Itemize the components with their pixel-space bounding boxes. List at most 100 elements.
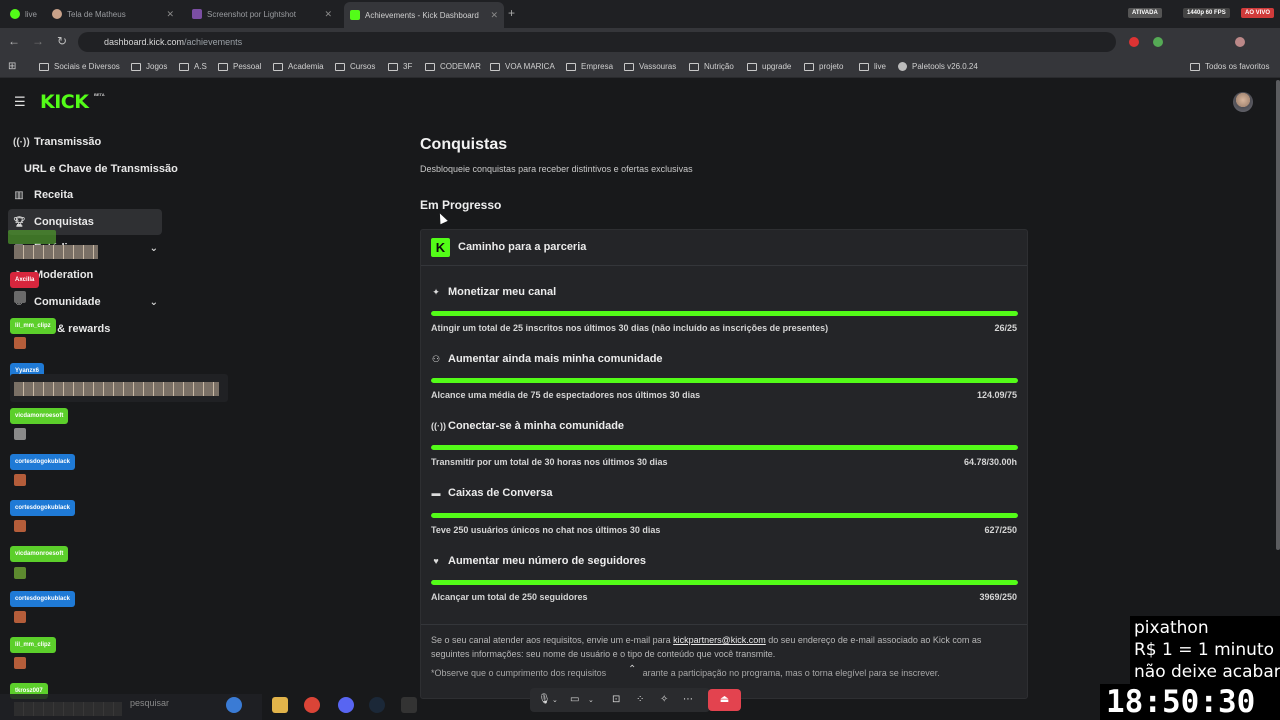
- chat-username: vicdamonroesoft: [10, 408, 69, 424]
- tab-achievements[interactable]: Achievements - Kick Dashboard ✕: [344, 2, 504, 28]
- emote-row: [14, 382, 219, 396]
- sidebar-item-url-chave[interactable]: URL e Chave de Transmissão: [8, 156, 178, 182]
- camera-off-icon[interactable]: ▭: [570, 694, 579, 705]
- sidebar-item-comunidade[interactable]: ☺ Comunidade ⌄: [8, 289, 162, 315]
- chevron-down-icon[interactable]: ⌄: [150, 297, 158, 308]
- trophy-icon: 🏆︎: [13, 216, 26, 228]
- user-avatar[interactable]: [1233, 92, 1253, 112]
- all-bookmarks[interactable]: Todos os favoritos: [1190, 62, 1269, 71]
- effects-icon[interactable]: ✧: [660, 694, 668, 705]
- bookmark-folder[interactable]: 3F: [388, 62, 412, 71]
- bookmark-folder[interactable]: Sociais e Diversos: [39, 62, 120, 71]
- bookmark-folder[interactable]: Cursos: [335, 62, 375, 71]
- progress-fill: [431, 378, 1018, 383]
- steam-icon[interactable]: [369, 697, 385, 713]
- bookmark-folder[interactable]: A.S: [179, 62, 207, 71]
- hamburger-menu-icon[interactable]: ☰: [14, 94, 26, 110]
- extension-green-icon[interactable]: [1153, 37, 1163, 47]
- kick-favicon-icon: [350, 10, 360, 20]
- progress-bar: [431, 378, 1018, 383]
- scrollbar[interactable]: [1276, 80, 1280, 550]
- weather-icon[interactable]: [226, 697, 242, 713]
- countdown-clock: 18:50:30: [1100, 684, 1280, 720]
- bookmark-folder[interactable]: projeto: [804, 62, 843, 71]
- chevron-down-icon[interactable]: ⌄: [150, 243, 158, 254]
- card-title: Caminho para a parceria: [458, 241, 587, 253]
- bookmark-folder[interactable]: Pessoal: [218, 62, 261, 71]
- close-icon[interactable]: ✕: [166, 9, 174, 20]
- chevron-down-icon[interactable]: ⌄: [588, 696, 594, 704]
- file-explorer-icon[interactable]: [272, 697, 288, 713]
- bookmark-folder[interactable]: Academia: [273, 62, 324, 71]
- kick-logo[interactable]: KICK: [40, 91, 89, 113]
- goal-description: Transmitir por um total de 30 horas nos …: [431, 457, 668, 467]
- new-tab-icon[interactable]: +: [508, 6, 515, 20]
- chevron-up-icon[interactable]: ⌃: [628, 664, 636, 675]
- tab-live[interactable]: live: [4, 4, 46, 24]
- chrome-icon[interactable]: [304, 697, 320, 713]
- folder-icon: [39, 62, 49, 71]
- apps-grid-icon[interactable]: ⊞: [8, 61, 16, 72]
- email-link[interactable]: kickpartners@kick.com: [673, 635, 766, 645]
- chat-username: cortesdogokublack: [10, 454, 76, 470]
- folder-icon: [1190, 62, 1200, 71]
- more-options-icon[interactable]: ⋯: [683, 694, 693, 705]
- bookmark-folder[interactable]: upgrade: [747, 62, 791, 71]
- url-field[interactable]: dashboard.kick.com/achievements: [78, 32, 1116, 52]
- reload-icon[interactable]: ↻: [54, 34, 70, 48]
- back-icon[interactable]: ←: [6, 34, 22, 48]
- sidebar-item-receita[interactable]: ▥ Receita: [8, 182, 162, 208]
- chat-username: cortesdogokublack: [10, 500, 76, 516]
- bookmark-folder[interactable]: live: [859, 62, 886, 71]
- progress-bar: [431, 445, 1018, 450]
- bookmark-folder[interactable]: VOA MARICA: [490, 62, 555, 71]
- present-icon[interactable]: ⊡: [612, 694, 620, 705]
- folder-icon: [624, 62, 634, 71]
- folder-icon: [218, 62, 228, 71]
- bookmark-link[interactable]: Paletools v26.0.24: [898, 62, 978, 71]
- partnership-card: K Caminho para a parceria ✦ Monetizar me…: [420, 229, 1028, 699]
- bookmark-folder[interactable]: Jogos: [131, 62, 167, 71]
- microphone-icon[interactable]: 🎙︎: [538, 694, 551, 705]
- tab-lightshot[interactable]: Screenshot por Lightshot ✕: [186, 4, 338, 24]
- obs-icon[interactable]: [401, 697, 417, 713]
- overlay-line: não deixe acabar: [1134, 662, 1280, 682]
- sparkle-icon: ✦: [432, 286, 440, 297]
- goal-description: Alcançar um total de 250 seguidores: [431, 592, 588, 602]
- tab-tela-matheus[interactable]: Tela de Matheus ✕: [46, 4, 180, 24]
- forward-icon[interactable]: →: [30, 34, 46, 48]
- taskbar-search[interactable]: pesquisar: [130, 698, 169, 708]
- chat-icon: ▬: [431, 488, 441, 498]
- chevron-down-icon[interactable]: ⌄: [552, 696, 558, 704]
- emote: [14, 474, 26, 486]
- avatar-icon: [52, 9, 62, 19]
- page-subtitle: Desbloqueie conquistas para receber dist…: [420, 164, 693, 174]
- emote: [14, 611, 26, 623]
- profile-icon[interactable]: [1235, 37, 1245, 47]
- close-icon[interactable]: ✕: [490, 10, 498, 21]
- kick-k-icon: K: [431, 238, 450, 257]
- layout-icon[interactable]: ⁘: [636, 694, 644, 705]
- folder-icon: [747, 62, 757, 71]
- discord-icon[interactable]: [338, 697, 354, 713]
- bookmark-folder[interactable]: Empresa: [566, 62, 613, 71]
- bookmark-folder[interactable]: Nutrição: [689, 62, 734, 71]
- group-icon: ⚇: [431, 353, 441, 364]
- live-icon: [10, 9, 20, 19]
- sidebar-item-transmissao[interactable]: ((·)) Transmissão: [8, 129, 162, 155]
- folder-icon: [566, 62, 576, 71]
- globe-icon: [898, 62, 907, 71]
- leave-call-button[interactable]: ⏏: [708, 689, 741, 711]
- emote: [14, 657, 26, 669]
- bookmark-folder[interactable]: CODEMAR: [425, 62, 481, 71]
- goal-title: ▬ Caixas de Conversa: [431, 487, 553, 499]
- folder-icon: [490, 62, 500, 71]
- bookmark-folder[interactable]: Vassouras: [624, 62, 676, 71]
- page-title: Conquistas: [420, 136, 508, 153]
- progress-fill: [431, 580, 1018, 585]
- emote: [14, 520, 26, 532]
- heart-icon: ♥: [433, 556, 439, 566]
- extension-red-icon[interactable]: [1129, 37, 1139, 47]
- close-icon[interactable]: ✕: [324, 9, 332, 20]
- mouse-cursor: [436, 211, 448, 225]
